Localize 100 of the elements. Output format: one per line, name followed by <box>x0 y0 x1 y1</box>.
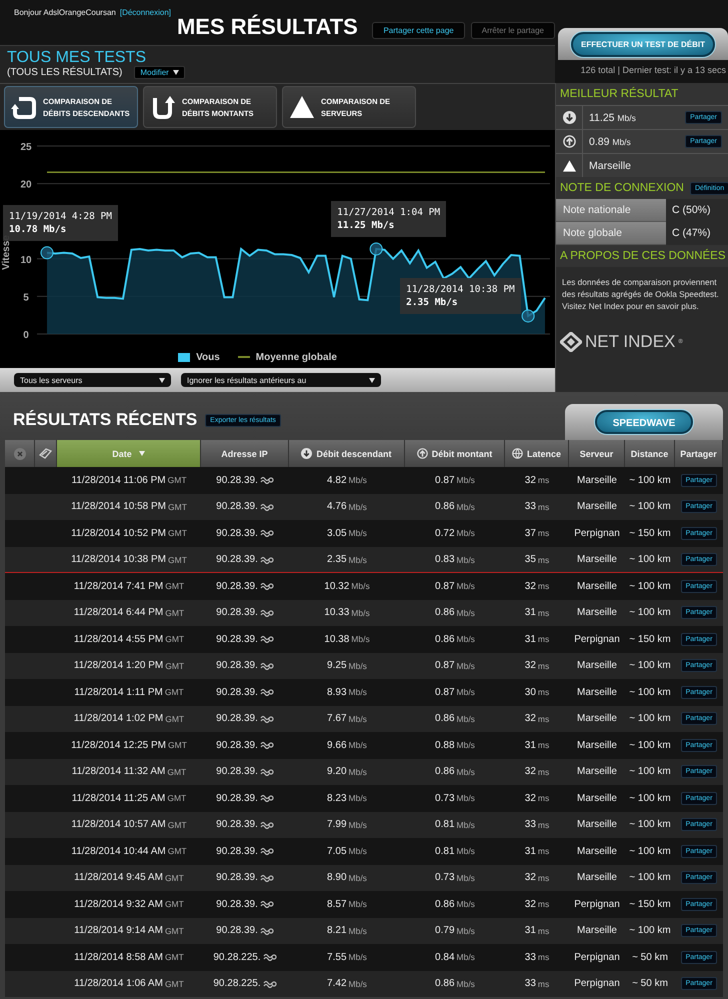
latency-cell-text: 31 ms <box>524 924 550 938</box>
download-cell-text: 7.67 Mb/s <box>326 712 368 726</box>
distance-cell-text: ~ 100 km <box>628 474 672 488</box>
download-cell-text: 8.90 Mb/s <box>326 871 368 886</box>
clear-icon <box>14 448 26 460</box>
download-arrow-icon <box>11 94 37 120</box>
filter-dropdown[interactable]: Ignorer les résultats antérieurs au <box>181 373 381 387</box>
date-cell-text: 11/28/2014 1:20 PM GMT <box>72 659 186 674</box>
annotation: 11/28/2014 10:38 PM 2.35 Mb/s <box>406 282 515 309</box>
date-cell-text: 11/28/2014 7:41 PM GMT <box>72 580 186 594</box>
date-cell-text: 11/28/2014 11:32 AM GMT <box>70 765 188 780</box>
distance-cell-text: ~ 100 km <box>628 580 672 594</box>
legend-label: Moyenne globale <box>256 352 337 362</box>
annotation: 11/27/2014 1:04 PM 11.25 Mb/s <box>337 206 440 232</box>
download-cell-text: 7.42 Mb/s <box>326 977 368 992</box>
download-cell-text: 10.32 Mb/s <box>323 580 371 594</box>
upload-cell-text: 0.72 Mb/s <box>434 526 476 541</box>
date-cell-text: 11/28/2014 10:38 PM GMT <box>70 553 188 568</box>
server-cell-text: Marseille <box>576 500 618 514</box>
latency-cell-text: 32 ms <box>524 474 550 488</box>
filter-dropdown[interactable]: Tous les serveurs <box>14 373 171 387</box>
date-cell-text: 11/28/2014 1:11 PM GMT <box>73 686 185 700</box>
best-value: 0.89 Mb/s <box>589 136 631 148</box>
latency-cell-text: 33 ms <box>524 977 550 992</box>
masked-ip-icon <box>262 980 277 988</box>
latency-cell-text: 35 ms <box>524 553 550 568</box>
distance-cell-text: ~ 100 km <box>628 738 672 753</box>
distance-cell-text: ~ 100 km <box>628 500 672 514</box>
masked-ip-icon <box>260 714 274 723</box>
server-cell-text: Marseille <box>576 765 618 780</box>
summary-text: 126 total | Dernier test: il y a 13 secs <box>580 64 727 77</box>
masked-ip-icon <box>260 556 274 564</box>
distance-cell-text: ~ 100 km <box>628 818 672 832</box>
y-tick-label: 0 <box>23 330 29 341</box>
y-tick-label: 5 <box>23 292 29 304</box>
annotation: 11/19/2014 4:28 PM 10.78 Mb/s <box>9 210 112 236</box>
modify-dropdown[interactable]: Modifier <box>134 66 185 79</box>
upload-arrow-icon <box>150 94 176 120</box>
upload-cell-text: 0.79 Mb/s <box>434 924 476 938</box>
data-point-marker[interactable] <box>40 246 54 260</box>
date-cell-text: 11/28/2014 10:58 PM GMT <box>70 500 188 514</box>
upload-cell-text: 0.87 Mb/s <box>434 474 476 488</box>
share-page-button[interactable]: Partager cette page <box>372 22 465 39</box>
tag-icon <box>39 447 52 460</box>
server-cell-text: Marseille <box>576 686 618 700</box>
server-cell-text: Perpignan <box>573 526 621 541</box>
server-cell-text: Marseille <box>576 871 618 886</box>
download-cell-text: 9.66 Mb/s <box>326 738 368 753</box>
ip-cell: 90.28.225. <box>213 952 261 963</box>
upload-icon <box>562 135 576 148</box>
date-cell-text: 11/28/2014 8:58 AM GMT <box>73 950 185 965</box>
upload-cell-text: 0.81 Mb/s <box>434 818 476 832</box>
download-cell-text: 8.57 Mb/s <box>326 898 368 912</box>
server-cell-text: Marseille <box>576 606 618 620</box>
recent-results-title: RÉSULTATS RÉCENTS <box>13 410 198 430</box>
latency-cell-text: 32 ms <box>524 580 550 594</box>
server-cell-text: Marseille <box>576 712 618 726</box>
upload-cell-text: 0.87 Mb/s <box>434 686 476 700</box>
net-index-logo: NET INDEX $^{®}$ <box>560 332 728 352</box>
masked-ip-icon <box>260 900 274 908</box>
data-point-marker[interactable] <box>522 309 535 322</box>
ip-cell: 90.28.39. <box>216 898 258 910</box>
download-cell-text: 10.38 Mb/s <box>323 632 371 647</box>
ip-cell: 90.28.225. <box>213 978 261 990</box>
ip-cell: 90.28.39. <box>216 686 258 698</box>
server-cell-text: Marseille <box>576 792 618 806</box>
data-point-marker[interactable] <box>370 242 383 256</box>
distance-cell-text: ~ 100 km <box>628 712 672 726</box>
download-cell-text: 9.20 Mb/s <box>326 765 368 780</box>
latency-cell-text: 32 ms <box>524 659 550 674</box>
upload-cell-text: 0.86 Mb/s <box>434 765 476 780</box>
distance-cell-text: ~ 100 km <box>628 553 672 568</box>
upload-cell-text: 0.86 Mb/s <box>434 977 476 992</box>
chart-tooltip: 11/27/2014 1:04 PM 11.25 Mb/s <box>331 201 446 238</box>
best-value: 11.25 Mb/s <box>589 112 636 124</box>
ip-cell: 90.28.39. <box>216 528 258 539</box>
upload-cell-text: 0.81 Mb/s <box>434 844 476 859</box>
upload-cell-text: 0.84 Mb/s <box>434 950 476 965</box>
latency-cell-text: 37 ms <box>524 526 550 541</box>
date-cell-text: 11/28/2014 11:25 AM GMT <box>70 792 188 806</box>
globe-icon <box>512 448 523 459</box>
server-cell-text: Perpignan <box>573 950 621 965</box>
download-cell-text: 3.05 Mb/s <box>326 526 368 541</box>
download-cell-text: 8.93 Mb/s <box>326 686 368 700</box>
download-cell-text: 9.25 Mb/s <box>326 659 368 674</box>
logout-link[interactable]: [Déconnexion] <box>120 8 171 17</box>
ip-cell: 90.28.39. <box>216 925 258 936</box>
upload-cell-text: 0.73 Mb/s <box>434 792 476 806</box>
masked-ip-icon <box>260 608 274 617</box>
download-icon <box>562 111 576 124</box>
ip-cell: 90.28.39. <box>216 713 258 724</box>
grade-label: Note globale <box>556 222 666 245</box>
date-cell-text: 11/28/2014 10:44 AM GMT <box>70 844 188 859</box>
masked-ip-icon <box>260 476 274 484</box>
section-subtitle: (TOUS LES RÉSULTATS) <box>7 67 122 78</box>
ip-cell: 90.28.39. <box>216 580 258 592</box>
masked-ip-icon <box>260 688 274 696</box>
y-tick-label: 25 <box>20 142 32 153</box>
triangle-icon <box>289 95 315 119</box>
latency-cell-text: 31 ms <box>524 632 550 647</box>
